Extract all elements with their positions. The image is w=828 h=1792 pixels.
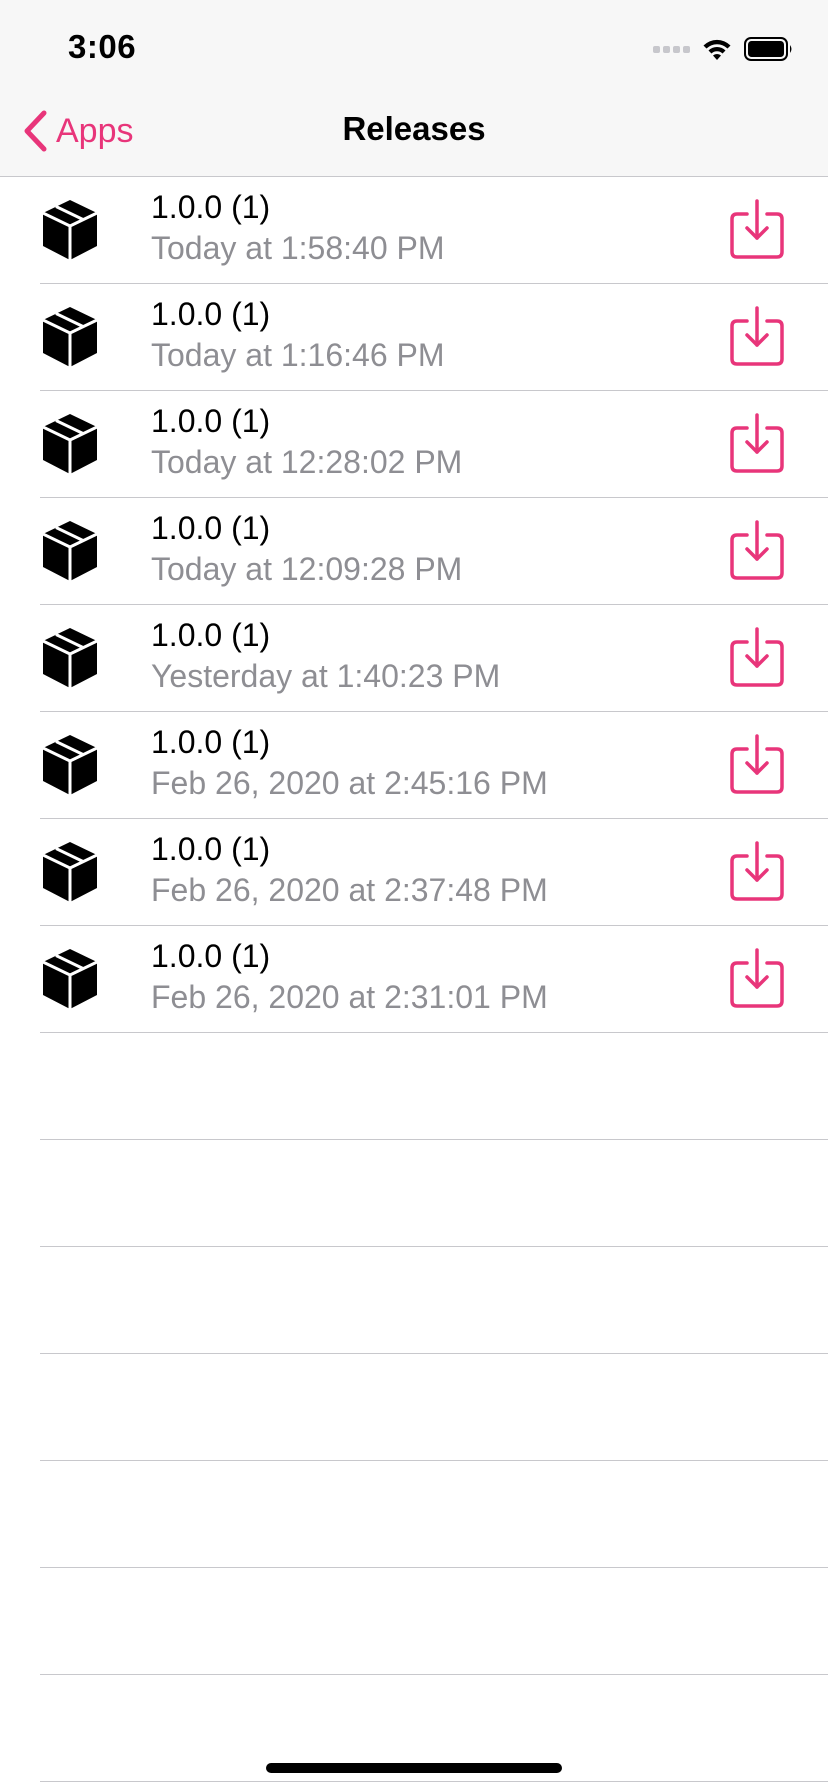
status-time: 3:06 [68,28,137,65]
download-icon[interactable] [728,946,786,1010]
status-indicators [653,34,794,64]
empty-row [0,1247,828,1354]
release-date: Today at 1:16:46 PM [151,337,445,373]
release-version: 1.0.0 (1) [151,938,271,974]
download-icon[interactable] [728,732,786,796]
home-indicator[interactable] [266,1763,562,1773]
releases-screen: 3:06 Apps Releases 1.0.0 (1) Today at 1:… [0,0,828,1792]
release-version: 1.0.0 (1) [151,189,271,225]
releases-list: 1.0.0 (1) Today at 1:58:40 PM 1.0.0 (1) … [0,177,828,1782]
release-date: Today at 1:58:40 PM [151,230,445,266]
list-item[interactable]: 1.0.0 (1) Today at 12:28:02 PM [0,391,828,498]
signal-icon [653,45,690,53]
list-item[interactable]: 1.0.0 (1) Today at 1:58:40 PM [0,177,828,284]
battery-icon [744,37,792,61]
download-icon[interactable] [728,839,786,903]
release-date: Today at 12:28:02 PM [151,444,463,480]
empty-row [0,1140,828,1247]
download-icon[interactable] [728,197,786,261]
release-date: Yesterday at 1:40:23 PM [151,658,501,694]
download-icon[interactable] [728,411,786,475]
list-item[interactable]: 1.0.0 (1) Feb 26, 2020 at 2:45:16 PM [0,712,828,819]
package-icon [42,949,98,1009]
release-version: 1.0.0 (1) [151,617,271,653]
wifi-icon [703,39,731,60]
list-item[interactable]: 1.0.0 (1) Feb 26, 2020 at 2:31:01 PM [0,926,828,1033]
release-date: Feb 26, 2020 at 2:31:01 PM [151,979,548,1015]
package-icon [42,200,98,260]
package-icon [42,521,98,581]
package-icon [42,414,98,474]
empty-row [0,1568,828,1675]
package-icon [42,628,98,688]
release-date: Today at 12:09:28 PM [151,551,463,587]
release-version: 1.0.0 (1) [151,831,271,867]
download-icon[interactable] [728,304,786,368]
release-version: 1.0.0 (1) [151,403,271,439]
page-title: Releases [342,110,486,147]
release-version: 1.0.0 (1) [151,724,271,760]
release-version: 1.0.0 (1) [151,510,271,546]
release-version: 1.0.0 (1) [151,296,271,332]
empty-row [0,1033,828,1140]
download-icon[interactable] [728,625,786,689]
package-icon [42,307,98,367]
empty-row [0,1354,828,1461]
list-item[interactable]: 1.0.0 (1) Yesterday at 1:40:23 PM [0,605,828,712]
release-date: Feb 26, 2020 at 2:45:16 PM [151,765,548,801]
list-item[interactable]: 1.0.0 (1) Today at 12:09:28 PM [0,498,828,605]
empty-row [0,1461,828,1568]
list-item[interactable]: 1.0.0 (1) Today at 1:16:46 PM [0,284,828,391]
release-date: Feb 26, 2020 at 2:37:48 PM [151,872,548,908]
list-item[interactable]: 1.0.0 (1) Feb 26, 2020 at 2:37:48 PM [0,819,828,926]
download-icon[interactable] [728,518,786,582]
navigation-bar: 3:06 Apps Releases [0,0,828,177]
package-icon [42,842,98,902]
package-icon [42,735,98,795]
